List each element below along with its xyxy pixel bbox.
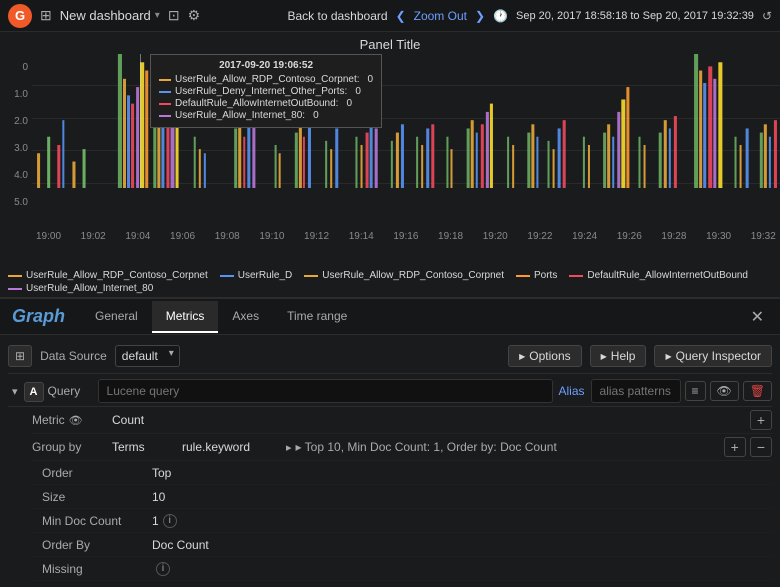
metric-type: Count	[112, 413, 192, 427]
order-label: Order	[42, 466, 152, 480]
options-button[interactable]: ▶ Options	[508, 345, 582, 367]
tooltip-row: UserRule_Deny_Internet_Other_Ports: 0	[159, 86, 373, 97]
datasource-label: Data Source	[40, 349, 107, 363]
metrics-rows: Metric 👁 Count + Group by Terms rule.key…	[32, 407, 772, 581]
order-by-value: Doc Count	[152, 538, 209, 552]
metric-add-button[interactable]: +	[750, 410, 772, 430]
order-row: Order Top	[32, 461, 772, 485]
query-inspector-chevron: ▶	[665, 352, 671, 361]
query-row: ▾ A Query Alias ≡ 👁 🗑	[8, 374, 772, 407]
datasource-row: ⊞ Data Source default ▶ Options ▶ Help ▶…	[8, 341, 772, 374]
missing-info-icon[interactable]: i	[156, 562, 170, 576]
group-by-info: ▸ Top 10, Min Doc Count: 1, Order by: Do…	[296, 440, 720, 454]
datasource-select[interactable]: default	[115, 345, 180, 367]
chart-area: Panel Title 5.0 4.0 3.0 2.0 1.0 0	[0, 32, 780, 267]
options-chevron: ▶	[519, 352, 525, 361]
topbar: G ⊞ New dashboard ▾ ⊡ ⚙ Back to dashboar…	[0, 0, 780, 32]
bottom-panel: Graph General Metrics Axes Time range ✕ …	[0, 297, 780, 587]
alias-label: Alias	[553, 384, 591, 398]
tab-general[interactable]: General	[81, 301, 152, 333]
graph-tab-label: Graph	[8, 306, 81, 327]
min-doc-count-label: Min Doc Count	[42, 514, 152, 528]
order-by-label: Order By	[42, 538, 152, 552]
legend-item: UserRule_Allow_Internet_80	[8, 283, 153, 294]
legend-item: Ports	[516, 270, 557, 281]
min-doc-count-value: 1	[152, 514, 159, 528]
order-by-row: Order By Doc Count	[32, 533, 772, 557]
panel-title: Panel Title	[0, 32, 780, 54]
group-by-remove-button[interactable]: −	[750, 437, 772, 457]
help-chevron: ▶	[601, 352, 607, 361]
back-link[interactable]: Back to dashboard	[287, 9, 387, 23]
min-doc-count-row: Min Doc Count 1 i	[32, 509, 772, 533]
visibility-icon-btn[interactable]: 👁	[710, 381, 739, 401]
size-row: Size 10	[32, 485, 772, 509]
metric-label: Metric 👁	[32, 413, 112, 427]
legend-item: UserRule_D	[220, 270, 292, 281]
left-arrow[interactable]: ❮	[396, 9, 406, 23]
tabs-row: Graph General Metrics Axes Time range ✕	[0, 299, 780, 335]
tooltip-row: DefaultRule_AllowInternetOutBound: 0	[159, 98, 373, 109]
chart-bars: 2017-09-20 19:06:52 UserRule_Allow_RDP_C…	[32, 54, 780, 216]
group-by-add-button[interactable]: +	[724, 437, 746, 457]
time-range[interactable]: Sep 20, 2017 18:58:18 to Sep 20, 2017 19…	[516, 10, 754, 22]
legend-item: UserRule_Allow_RDP_Contoso_Corpnet	[8, 270, 208, 281]
datasource-icon: ⊞	[8, 345, 32, 367]
x-axis: 19:00 19:02 19:04 19:06 19:08 19:10 19:1…	[32, 229, 780, 244]
legend-item: UserRule_Allow_RDP_Contoso_Corpnet	[304, 270, 504, 281]
close-button[interactable]: ✕	[743, 303, 772, 331]
save-icon[interactable]: ⊡	[168, 7, 180, 24]
dashboard-icon: ⊞	[40, 7, 52, 24]
legend: UserRule_Allow_RDP_Contoso_Corpnet UserR…	[0, 267, 780, 297]
tooltip-row: UserRule_Allow_RDP_Contoso_Corpnet: 0	[159, 74, 373, 85]
tab-time-range[interactable]: Time range	[273, 301, 361, 333]
query-inspector-button[interactable]: ▶ Query Inspector	[654, 345, 772, 367]
menu-icon-btn[interactable]: ≡	[685, 381, 706, 401]
tab-axes[interactable]: Axes	[218, 301, 273, 333]
tab-metrics[interactable]: Metrics	[152, 301, 219, 333]
tooltip-timestamp: 2017-09-20 19:06:52	[159, 60, 373, 71]
delete-icon-btn[interactable]: 🗑	[743, 381, 772, 401]
missing-label: Missing	[42, 562, 152, 576]
tooltip-line	[140, 54, 141, 188]
tooltip-row: UserRule_Allow_Internet_80: 0	[159, 110, 373, 121]
group-by-row: Group by Terms rule.keyword ▸ ▸ Top 10, …	[32, 434, 772, 461]
query-label: Query	[48, 381, 98, 401]
group-by-label: Group by	[32, 440, 112, 454]
collapse-chevron[interactable]: ▾	[8, 383, 22, 400]
row-icons: ≡ 👁 🗑	[685, 381, 772, 401]
min-doc-count-info-icon[interactable]: i	[163, 514, 177, 528]
group-by-field: rule.keyword	[182, 440, 282, 454]
legend-item: DefaultRule_AllowInternetOutBound	[569, 270, 748, 281]
query-letter-badge: A	[24, 382, 44, 402]
help-button[interactable]: ▶ Help	[590, 345, 647, 367]
size-label: Size	[42, 490, 152, 504]
datasource-select-wrap[interactable]: default	[115, 345, 180, 367]
chevron-icon: ▾	[155, 10, 160, 21]
group-by-type: Terms	[112, 440, 182, 454]
alias-input[interactable]	[591, 379, 681, 403]
order-value: Top	[152, 466, 171, 480]
settings-icon[interactable]: ⚙	[188, 7, 201, 24]
center-controls: Back to dashboard ❮ Zoom Out ❯ 🕐 Sep 20,…	[287, 9, 772, 23]
query-input[interactable]	[98, 379, 553, 403]
query-editor: ⊞ Data Source default ▶ Options ▶ Help ▶…	[0, 335, 780, 587]
y-axis: 5.0 4.0 3.0 2.0 1.0 0	[0, 54, 32, 216]
metric-row: Metric 👁 Count +	[32, 407, 772, 434]
group-by-chevron: ▸	[282, 441, 296, 454]
logo: G	[8, 4, 32, 28]
right-arrow[interactable]: ❯	[475, 9, 485, 23]
missing-row: Missing i	[32, 557, 772, 581]
dashboard-name[interactable]: New dashboard ▾	[60, 8, 160, 23]
metric-eye-icon[interactable]: 👁	[69, 414, 83, 427]
tooltip-box: 2017-09-20 19:06:52 UserRule_Allow_RDP_C…	[150, 54, 382, 128]
zoom-out-btn[interactable]: Zoom Out	[414, 9, 467, 23]
refresh-btn[interactable]: ↺	[762, 9, 772, 23]
size-value: 10	[152, 490, 165, 504]
clock-icon: 🕐	[493, 9, 508, 23]
